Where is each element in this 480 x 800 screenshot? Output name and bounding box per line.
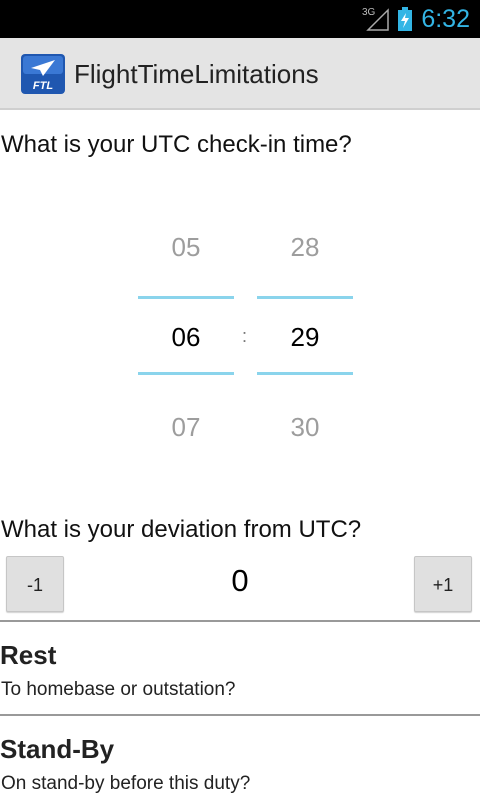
- deviation-question: What is your deviation from UTC?: [1, 516, 362, 543]
- status-bar: 3G 6:32: [0, 0, 480, 38]
- svg-text:3G: 3G: [362, 7, 376, 18]
- battery-charging-icon: [398, 7, 412, 31]
- svg-text:FTL: FTL: [33, 80, 53, 92]
- minute-selected[interactable]: 29: [257, 320, 353, 354]
- minute-above[interactable]: 28: [257, 230, 353, 264]
- app-logo-icon[interactable]: FTL: [21, 54, 65, 94]
- hour-line-top: [138, 296, 234, 299]
- time-separator: :: [242, 326, 248, 346]
- action-bar: FTL FlightTimeLimitations: [0, 38, 480, 110]
- minute-below[interactable]: 30: [257, 410, 353, 444]
- app-title: FlightTimeLimitations: [74, 59, 319, 89]
- hour-line-bottom: [138, 372, 234, 375]
- rest-title: Rest: [0, 640, 57, 670]
- signal-3g-icon: 3G: [362, 7, 389, 31]
- minute-line-bottom: [257, 372, 353, 375]
- deviation-value: 0: [231, 563, 249, 598]
- increment-button[interactable]: +1: [414, 556, 472, 612]
- standby-title: Stand-By: [0, 734, 115, 764]
- status-clock: 6:32: [421, 5, 470, 33]
- rest-subtitle: To homebase or outstation?: [1, 679, 236, 700]
- minute-line-top: [257, 296, 353, 299]
- hour-below[interactable]: 07: [138, 410, 234, 444]
- standby-subtitle: On stand-by before this duty?: [1, 773, 251, 794]
- hour-selected[interactable]: 06: [138, 320, 234, 354]
- hour-above[interactable]: 05: [138, 230, 234, 264]
- divider: [0, 620, 480, 622]
- divider: [0, 714, 480, 716]
- checkin-question: What is your UTC check-in time?: [1, 131, 352, 158]
